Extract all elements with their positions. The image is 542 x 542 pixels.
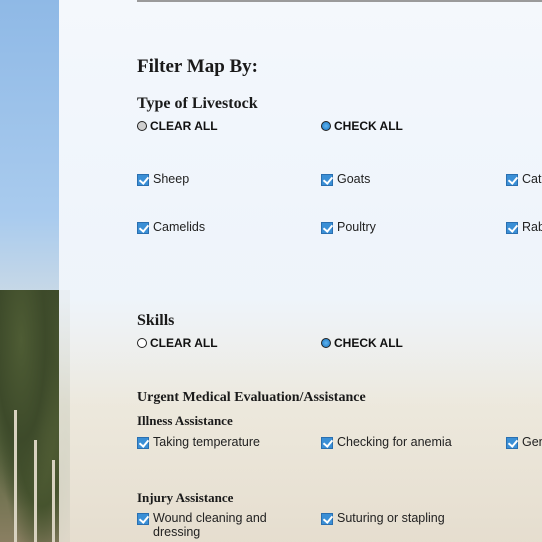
skill-label-taking-temperature: Taking temperature <box>153 435 261 449</box>
checkbox-icon <box>321 437 333 449</box>
skill-label-suturing: Suturing or stapling <box>337 511 445 525</box>
skills-clear-all-radio[interactable]: CLEAR ALL <box>137 336 218 350</box>
skills-clear-all-label: CLEAR ALL <box>150 336 218 350</box>
livestock-label-poultry: Poultry <box>337 220 376 234</box>
skills-check-all-label: CHECK ALL <box>334 336 403 350</box>
skill-label-general: Gen <box>522 435 542 449</box>
livestock-label-rabbits: Rab <box>522 220 542 234</box>
livestock-label-goats: Goats <box>337 172 371 186</box>
filter-title: Filter Map By: <box>137 56 259 77</box>
livestock-label-cattle: Cat <box>522 172 542 186</box>
livestock-checkbox-goats[interactable]: Goats <box>321 172 370 186</box>
radio-icon <box>137 338 147 348</box>
checkbox-icon <box>137 174 149 186</box>
livestock-section-title: Type of Livestock <box>137 95 258 112</box>
divider-line <box>137 0 542 2</box>
livestock-clear-all-radio[interactable]: CLEAR ALL <box>137 119 218 133</box>
checkbox-icon <box>506 222 518 234</box>
skills-check-all-radio[interactable]: CHECK ALL <box>321 336 403 350</box>
checkbox-icon <box>321 513 333 525</box>
skill-checkbox-checking-anemia[interactable]: Checking for anemia <box>321 435 452 449</box>
skills-section-title: Skills <box>137 312 175 329</box>
livestock-label-sheep: Sheep <box>153 172 190 186</box>
livestock-label-camelids: Camelids <box>153 220 206 234</box>
skill-checkbox-taking-temperature[interactable]: Taking temperature <box>137 435 260 449</box>
checkbox-icon <box>506 437 518 449</box>
skill-checkbox-wound-cleaning[interactable]: Wound cleaning and dressing <box>137 511 293 539</box>
illness-subsection-title: Illness Assistance <box>137 413 233 428</box>
livestock-clear-all-label: CLEAR ALL <box>150 119 218 133</box>
checkbox-icon <box>137 437 149 449</box>
urgent-section-title: Urgent Medical Evaluation/Assistance <box>137 390 366 405</box>
skill-label-checking-anemia: Checking for anemia <box>337 435 452 449</box>
radio-icon <box>321 121 331 131</box>
checkbox-icon <box>321 222 333 234</box>
livestock-check-all-label: CHECK ALL <box>334 119 403 133</box>
checkbox-icon <box>321 174 333 186</box>
filter-panel <box>59 0 542 542</box>
livestock-checkbox-poultry[interactable]: Poultry <box>321 220 376 234</box>
livestock-check-all-radio[interactable]: CHECK ALL <box>321 119 403 133</box>
livestock-checkbox-rabbits[interactable]: Rab <box>506 220 542 234</box>
radio-icon <box>321 338 331 348</box>
skill-checkbox-suturing[interactable]: Suturing or stapling <box>321 511 445 525</box>
livestock-checkbox-sheep[interactable]: Sheep <box>137 172 189 186</box>
skill-checkbox-general[interactable]: Gen <box>506 435 542 449</box>
checkbox-icon <box>137 513 149 525</box>
livestock-checkbox-camelids[interactable]: Camelids <box>137 220 205 234</box>
skill-label-wound-cleaning: Wound cleaning and dressing <box>153 511 267 539</box>
checkbox-icon <box>137 222 149 234</box>
radio-icon <box>137 121 147 131</box>
injury-subsection-title: Injury Assistance <box>137 490 234 505</box>
checkbox-icon <box>506 174 518 186</box>
livestock-checkbox-cattle[interactable]: Cat <box>506 172 541 186</box>
